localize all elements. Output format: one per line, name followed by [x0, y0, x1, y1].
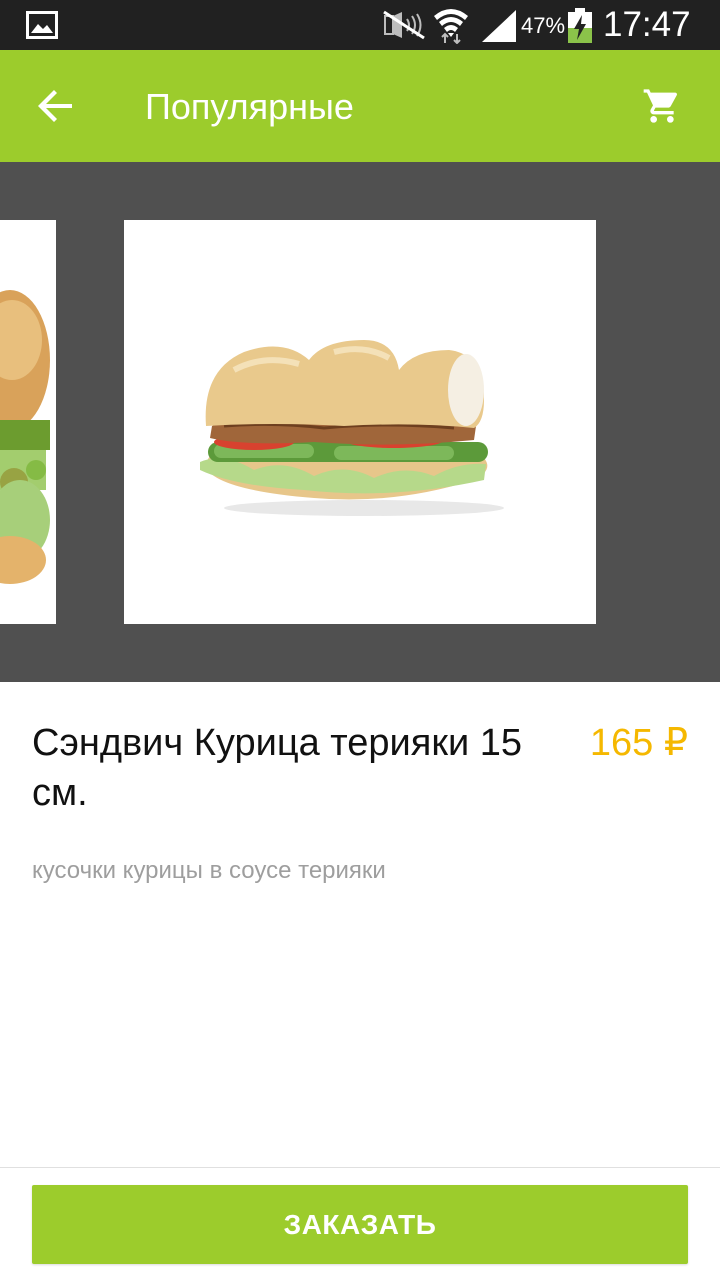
previous-product-image[interactable] — [0, 220, 56, 624]
shopping-cart-icon — [643, 89, 678, 123]
clock: 17:47 — [603, 5, 691, 44]
product-price: 165 ₽ — [589, 722, 688, 764]
wifi-icon — [434, 9, 468, 44]
mute-icon — [383, 10, 425, 40]
product-name: Сэндвич Курица терияки 15 см. — [32, 722, 523, 814]
back-button[interactable] — [28, 78, 84, 134]
cart-button[interactable] — [632, 78, 692, 134]
page-title: Популярные — [145, 86, 354, 127]
product-description: кусочки курицы в соусе терияки — [32, 857, 386, 884]
signal-icon — [482, 10, 516, 42]
current-product-image[interactable] — [124, 220, 596, 624]
image-carousel[interactable] — [0, 162, 720, 682]
status-bar: 47% 17:47 — [0, 0, 720, 50]
sandwich-image — [200, 340, 504, 516]
sandwich-partial-image — [0, 290, 50, 584]
arrow-back-icon — [38, 90, 72, 122]
battery-percent: 47% — [521, 13, 566, 38]
gallery-icon — [26, 11, 58, 39]
battery-charging-icon — [568, 8, 592, 43]
app-bar: Популярные — [0, 50, 720, 162]
divider — [0, 1167, 720, 1168]
order-button[interactable]: ЗАКАЗАТЬ — [32, 1185, 688, 1264]
